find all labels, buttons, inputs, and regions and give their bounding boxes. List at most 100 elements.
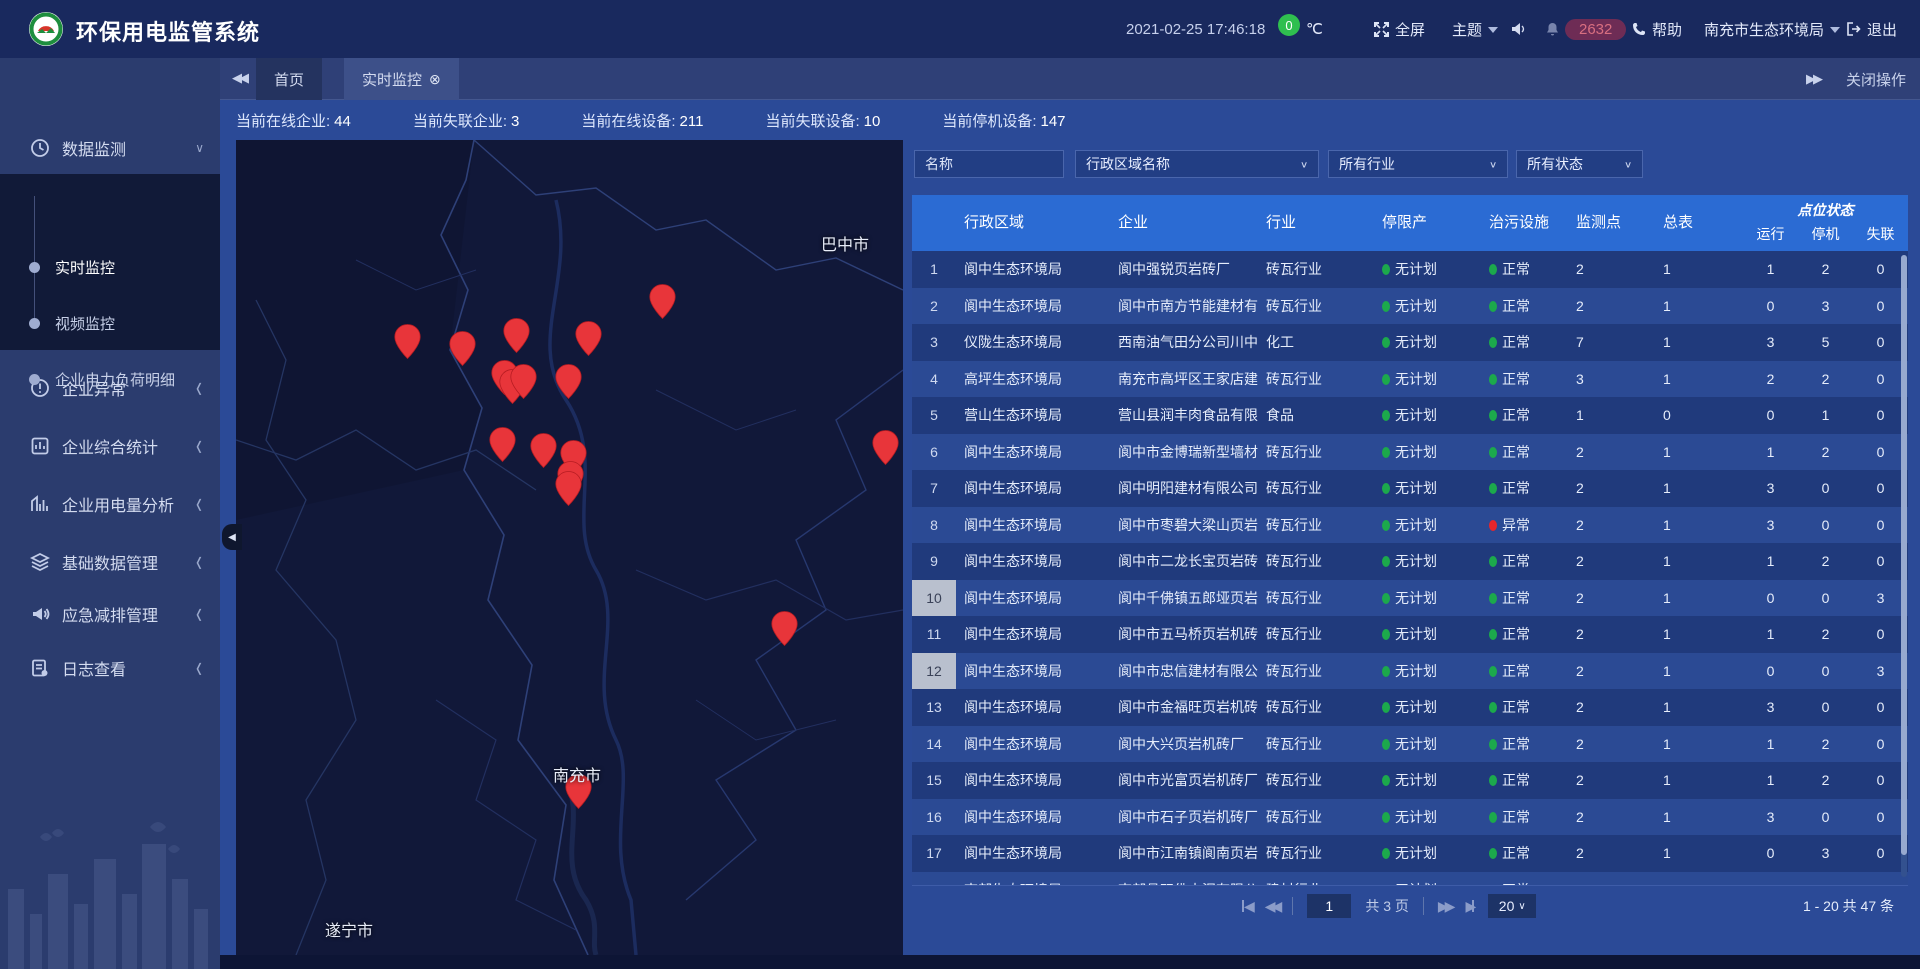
- row-region: 阆中生态环境局: [956, 515, 1118, 535]
- sidebar-subitem-label: 实时监控: [55, 257, 115, 278]
- close-icon[interactable]: ⊗: [429, 71, 441, 88]
- status-dot-icon: [1382, 666, 1390, 677]
- row-run-count: 1: [1743, 736, 1798, 752]
- org-dropdown[interactable]: 南充市生态环境局: [1704, 0, 1840, 58]
- map-pin-icon[interactable]: [771, 611, 798, 646]
- region-filter-select[interactable]: 行政区域名称 ∨: [1075, 150, 1319, 178]
- table-row[interactable]: 5营山生态环境局营山县润丰肉食品有限食品无计划正常10010: [912, 397, 1908, 434]
- table-row[interactable]: 14阆中生态环境局阆中大兴页岩机砖厂砖瓦行业无计划正常21120: [912, 726, 1908, 763]
- row-region: 阆中生态环境局: [956, 807, 1118, 827]
- table-row[interactable]: 15阆中生态环境局阆中市光富页岩机砖厂砖瓦行业无计划正常21120: [912, 762, 1908, 799]
- table-row[interactable]: 17阆中生态环境局阆中市江南镇阆南页岩砖瓦行业无计划正常21030: [912, 835, 1908, 872]
- tabs-scroll-right-button[interactable]: ▶▶: [1806, 71, 1820, 87]
- sidebar-item-7[interactable]: 日志查看❬: [0, 642, 220, 694]
- table-row[interactable]: 4高坪生态环境局南充市高坪区王家店建砖瓦行业无计划正常31220: [912, 361, 1908, 398]
- chevron-down-icon: ∨: [1518, 901, 1525, 912]
- map-pin-icon[interactable]: [575, 321, 602, 356]
- record-range-label: 1 - 20 共 47 条: [1803, 896, 1894, 916]
- row-run-count: 1: [1743, 553, 1798, 569]
- map-panel[interactable]: 巴中市南充市遂宁市: [236, 140, 903, 955]
- datetime: 2021-02-25 17:46:18: [1126, 0, 1265, 58]
- sidebar-subitem-label: 视频监控: [55, 313, 115, 334]
- close-operations[interactable]: ▶▶ 关闭操作: [1806, 58, 1906, 100]
- phone-icon: [1632, 22, 1646, 36]
- map-pin-icon[interactable]: [510, 364, 537, 399]
- logout-button[interactable]: 退出: [1846, 0, 1897, 58]
- table-row[interactable]: 7阆中生态环境局阆中明阳建材有限公司砖瓦行业无计划正常21300: [912, 470, 1908, 507]
- table-row[interactable]: 13阆中生态环境局阆中市金福旺页岩机砖砖瓦行业无计划正常21300: [912, 689, 1908, 726]
- next-page-button[interactable]: ▶▶: [1438, 898, 1452, 915]
- map-pin-icon[interactable]: [555, 364, 582, 399]
- sidebar-item-3[interactable]: 企业综合统计❬: [0, 420, 220, 472]
- table-row[interactable]: 3仪陇生态环境局西南油气田分公司川中化工无计划正常71350: [912, 324, 1908, 361]
- row-company: 阆中千佛镇五郎垭页岩: [1118, 588, 1266, 608]
- tab-2[interactable]: 实时监控⊗: [344, 58, 459, 100]
- table-row[interactable]: 18南部生态环境局南部县双佛水泥有限公建材行业无计划正常60060: [912, 872, 1908, 886]
- map-pin-icon[interactable]: [649, 284, 676, 319]
- row-meter-count: 1: [1663, 590, 1743, 606]
- tabs-scroll-left-button[interactable]: ◀◀: [232, 70, 246, 86]
- map-pin-icon[interactable]: [394, 324, 421, 359]
- row-meter-count: 1: [1663, 371, 1743, 387]
- page-size-select[interactable]: 20 ∨: [1488, 894, 1536, 918]
- status-filter-select[interactable]: 所有状态 ∨: [1516, 150, 1643, 178]
- last-page-button[interactable]: ▶: [1465, 898, 1474, 915]
- sidebar-item-1[interactable]: 数据监测∨: [0, 122, 220, 174]
- audio-toggle-button[interactable]: [1512, 0, 1526, 58]
- row-run-count: 0: [1743, 845, 1798, 861]
- sidebar-item-5[interactable]: 基础数据管理❬: [0, 536, 220, 588]
- sidebar-item-4[interactable]: 企业用电量分析❬: [0, 478, 220, 530]
- status-dot-icon: [1382, 410, 1390, 421]
- bullet-dot-icon: [29, 374, 40, 385]
- row-meter-count: 1: [1663, 261, 1743, 277]
- table-row[interactable]: 12阆中生态环境局阆中市忠信建材有限公砖瓦行业无计划正常21003: [912, 653, 1908, 690]
- row-company: 阆中市二龙长宝页岩砖: [1118, 551, 1266, 571]
- map-pin-icon[interactable]: [503, 318, 530, 353]
- map-pin-icon[interactable]: [449, 331, 476, 366]
- status-dot-icon: [1489, 301, 1497, 312]
- status-dot-icon: [1489, 556, 1497, 567]
- map-pin-icon[interactable]: [555, 471, 582, 506]
- row-industry: 砖瓦行业: [1266, 296, 1382, 316]
- first-page-button[interactable]: ◀: [1242, 898, 1251, 915]
- notifications[interactable]: 2632: [1546, 0, 1626, 58]
- table-row[interactable]: 10阆中生态环境局阆中千佛镇五郎垭页岩砖瓦行业无计划正常21003: [912, 580, 1908, 617]
- row-halt-count: 1: [1798, 407, 1853, 423]
- table-row[interactable]: 8阆中生态环境局阆中市枣碧大梁山页岩砖瓦行业无计划异常21300: [912, 507, 1908, 544]
- sidebar-subitem-1[interactable]: 实时监控: [0, 255, 220, 279]
- table-scrollbar[interactable]: [1901, 255, 1907, 877]
- table-row[interactable]: 11阆中生态环境局阆中市五马桥页岩机砖砖瓦行业无计划正常21120: [912, 616, 1908, 653]
- row-industry: 食品: [1266, 405, 1382, 425]
- sidebar-subitem-3[interactable]: 企业电力负荷明细: [0, 367, 220, 391]
- row-monitor-count: 2: [1576, 480, 1663, 496]
- row-monitor-count: 2: [1576, 444, 1663, 460]
- sidebar-subitem-2[interactable]: 视频监控: [0, 311, 220, 335]
- map-pin-icon[interactable]: [872, 430, 899, 465]
- row-industry: 砖瓦行业: [1266, 624, 1382, 644]
- sidebar-item-label: 基础数据管理: [62, 550, 158, 574]
- row-region: 阆中生态环境局: [956, 442, 1118, 462]
- sidebar-item-6[interactable]: 应急减排管理❬: [0, 588, 220, 640]
- map-collapse-button[interactable]: ◀: [222, 524, 242, 550]
- row-lost-count: 3: [1853, 590, 1908, 606]
- fullscreen-button[interactable]: 全屏: [1374, 0, 1425, 58]
- table-row[interactable]: 16阆中生态环境局阆中市石子页岩机砖厂砖瓦行业无计划正常21300: [912, 799, 1908, 836]
- table-row[interactable]: 2阆中生态环境局阆中市南方节能建材有砖瓦行业无计划正常21030: [912, 288, 1908, 325]
- table-row[interactable]: 1阆中生态环境局阆中强锐页岩砖厂砖瓦行业无计划正常21120: [912, 251, 1908, 288]
- scrollbar-thumb[interactable]: [1901, 255, 1907, 855]
- name-filter[interactable]: [914, 150, 1064, 178]
- row-halt-count: 0: [1798, 517, 1853, 533]
- row-company: 阆中市石子页岩机砖厂: [1118, 807, 1266, 827]
- table-row[interactable]: 9阆中生态环境局阆中市二龙长宝页岩砖砖瓦行业无计划正常21120: [912, 543, 1908, 580]
- help-button[interactable]: 帮助: [1632, 0, 1682, 58]
- map-pin-icon[interactable]: [530, 433, 557, 468]
- industry-filter-select[interactable]: 所有行业 ∨: [1328, 150, 1508, 178]
- row-industry: 砖瓦行业: [1266, 697, 1382, 717]
- prev-page-button[interactable]: ◀◀: [1265, 898, 1279, 915]
- map-pin-icon[interactable]: [489, 427, 516, 462]
- table-row[interactable]: 6阆中生态环境局阆中市金博瑞新型墙材砖瓦行业无计划正常21120: [912, 434, 1908, 471]
- tab-1[interactable]: 首页: [256, 58, 322, 100]
- page-number-input[interactable]: 1: [1307, 894, 1351, 918]
- name-filter-input[interactable]: [925, 156, 1053, 172]
- theme-dropdown[interactable]: 主题: [1452, 0, 1498, 58]
